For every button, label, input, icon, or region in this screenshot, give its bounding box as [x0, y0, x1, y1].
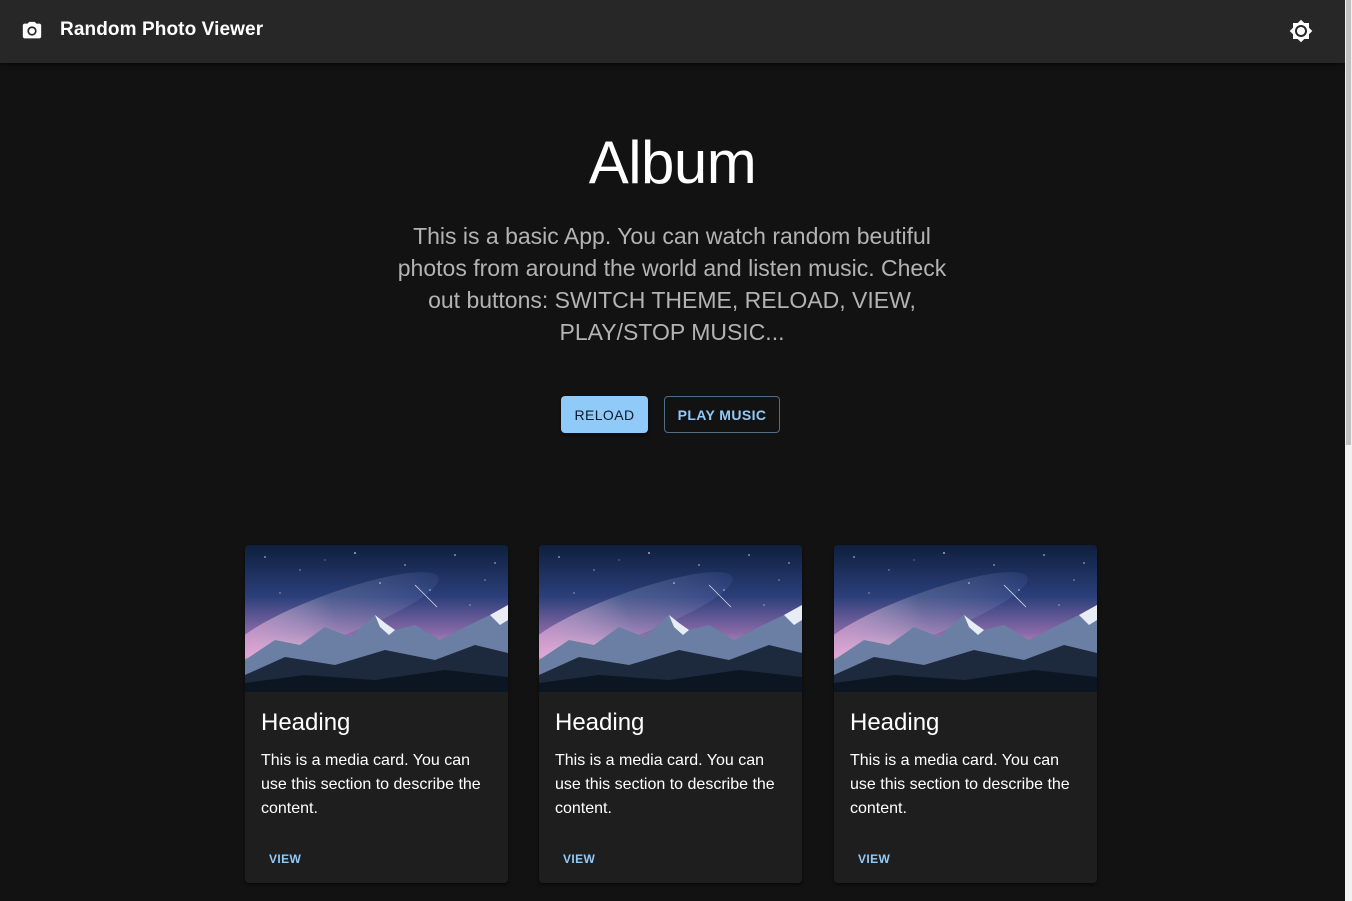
card-image: [245, 545, 508, 692]
card-image: [539, 545, 802, 692]
app-title: Random Photo Viewer: [60, 19, 264, 40]
camera-icon: [22, 21, 42, 39]
media-card: Heading This is a media card. You can us…: [834, 545, 1097, 883]
view-button[interactable]: VIEW: [261, 847, 309, 871]
reload-button[interactable]: RELOAD: [561, 396, 648, 433]
card-heading: Heading: [555, 709, 645, 736]
switch-theme-button[interactable]: [1281, 11, 1321, 51]
brightness-icon: [1289, 19, 1313, 43]
view-button[interactable]: VIEW: [555, 847, 603, 871]
page-title: Album: [588, 129, 757, 196]
play-music-button[interactable]: PLAY MUSIC: [664, 396, 780, 433]
card-description: This is a media card. You can use this s…: [555, 752, 775, 817]
card-heading: Heading: [261, 709, 351, 736]
scrollbar-thumb[interactable]: [1346, 0, 1351, 445]
media-card: Heading This is a media card. You can us…: [539, 545, 802, 883]
card-description: This is a media card. You can use this s…: [261, 752, 481, 817]
app-bar: Random Photo Viewer: [0, 0, 1345, 63]
view-button[interactable]: VIEW: [850, 847, 898, 871]
page-scrollbar[interactable]: [1345, 0, 1352, 901]
card-description: This is a media card. You can use this s…: [850, 752, 1070, 817]
card-heading: Heading: [850, 709, 940, 736]
media-card: Heading This is a media card. You can us…: [245, 545, 508, 883]
page-description: This is a basic App. You can watch rando…: [397, 223, 947, 345]
card-image: [834, 545, 1097, 692]
